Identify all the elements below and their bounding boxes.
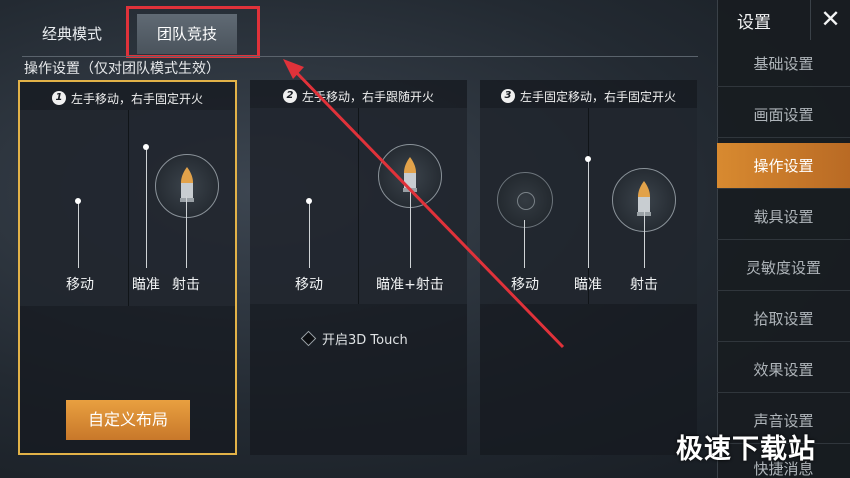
arrow-annotation [283,59,565,349]
watermark: 极速下载站 [676,434,816,465]
